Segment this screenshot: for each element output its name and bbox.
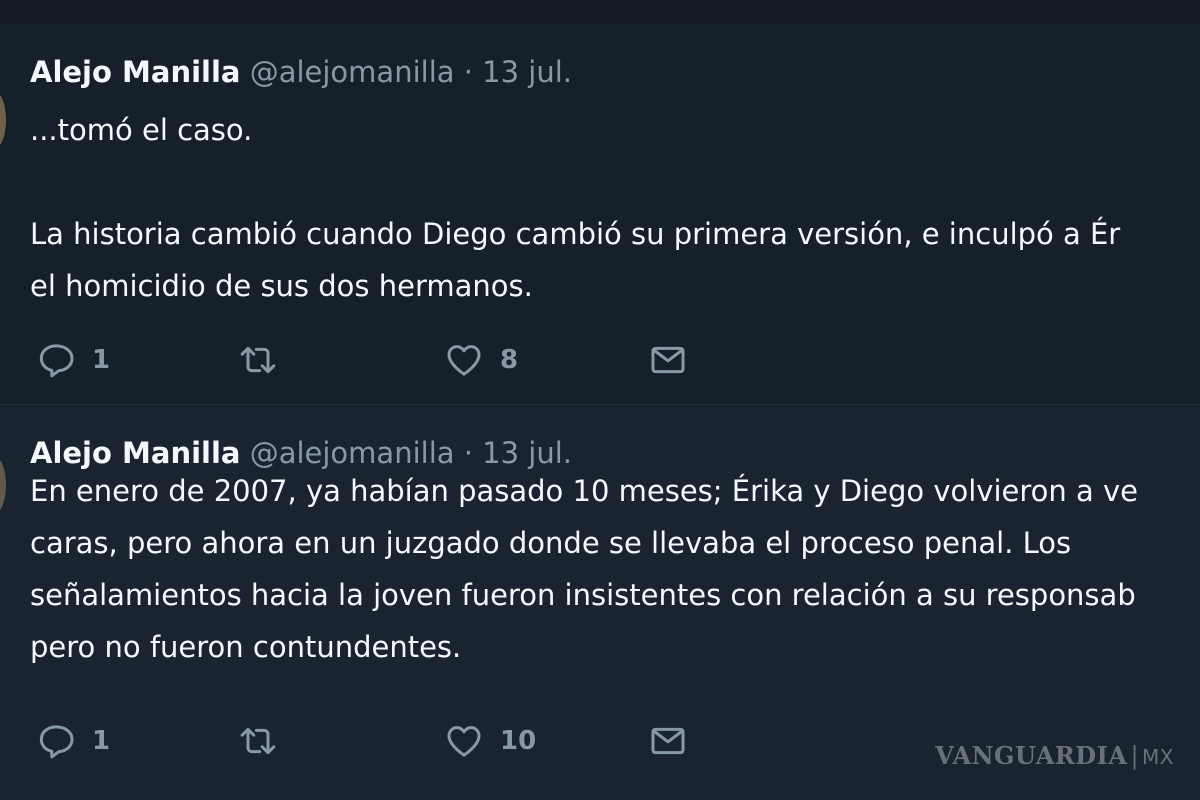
like-button[interactable]: 8 xyxy=(444,338,518,382)
twitter-thread-screenshot: Alejo Manilla @alejomanilla · 13 jul. ..… xyxy=(0,0,1200,800)
like-count: 10 xyxy=(500,726,537,756)
tweet-text-line: el homicidio de sus dos hermanos. xyxy=(30,269,533,303)
vanguardia-watermark: VANGUARDIA | MX xyxy=(935,741,1174,770)
retweet-button[interactable] xyxy=(238,719,294,763)
tweet-text-line: caras, pero ahora en un juzgado donde se… xyxy=(30,526,1072,560)
tweet-header: Alejo Manilla @alejomanilla · 13 jul. xyxy=(30,54,572,90)
watermark-brand: VANGUARDIA xyxy=(935,741,1128,770)
tweet-text-line: La historia cambió cuando Diego cambió s… xyxy=(30,217,1121,251)
tweet-text: ...tomó el caso. La historia cambió cuan… xyxy=(30,104,1200,312)
heart-icon xyxy=(444,721,484,761)
retweet-button[interactable] xyxy=(238,338,294,382)
retweet-icon xyxy=(238,721,278,761)
reply-button[interactable]: 1 xyxy=(36,338,110,382)
envelope-icon xyxy=(648,721,688,761)
author-name[interactable]: Alejo Manilla xyxy=(30,55,240,89)
header-separator: · xyxy=(463,55,473,89)
retweet-icon xyxy=(238,340,278,380)
avatar[interactable] xyxy=(0,457,6,513)
envelope-icon xyxy=(648,340,688,380)
reply-count: 1 xyxy=(92,345,111,375)
top-divider xyxy=(0,0,1200,24)
direct-message-button[interactable] xyxy=(648,338,688,382)
avatar[interactable] xyxy=(0,92,6,148)
like-button[interactable]: 10 xyxy=(444,719,536,763)
tweet-text-line: señalamientos hacia la joven fueron insi… xyxy=(30,578,1136,612)
reply-icon xyxy=(36,340,76,380)
reply-button[interactable]: 1 xyxy=(36,719,110,763)
direct-message-button[interactable] xyxy=(648,719,688,763)
tweet[interactable]: Alejo Manilla @alejomanilla · 13 jul. ..… xyxy=(0,24,1200,404)
tweet-text-line: pero no fueron contundentes. xyxy=(30,630,462,664)
tweet-text-line: ...tomó el caso. xyxy=(30,113,253,147)
reply-count: 1 xyxy=(92,726,111,756)
reply-icon xyxy=(36,721,76,761)
watermark-suffix: MX xyxy=(1142,745,1174,769)
tweet-text: En enero de 2007, ya habían pasado 10 me… xyxy=(30,465,1200,673)
author-handle[interactable]: @alejomanilla xyxy=(250,55,455,89)
tweet-text-line: En enero de 2007, ya habían pasado 10 me… xyxy=(30,474,1138,508)
watermark-separator: | xyxy=(1130,742,1140,770)
like-count: 8 xyxy=(500,345,519,375)
tweet-date[interactable]: 13 jul. xyxy=(482,55,572,89)
tweet-actions: 1 10 xyxy=(0,719,760,763)
heart-icon xyxy=(444,340,484,380)
tweet-actions: 1 8 xyxy=(0,338,760,382)
